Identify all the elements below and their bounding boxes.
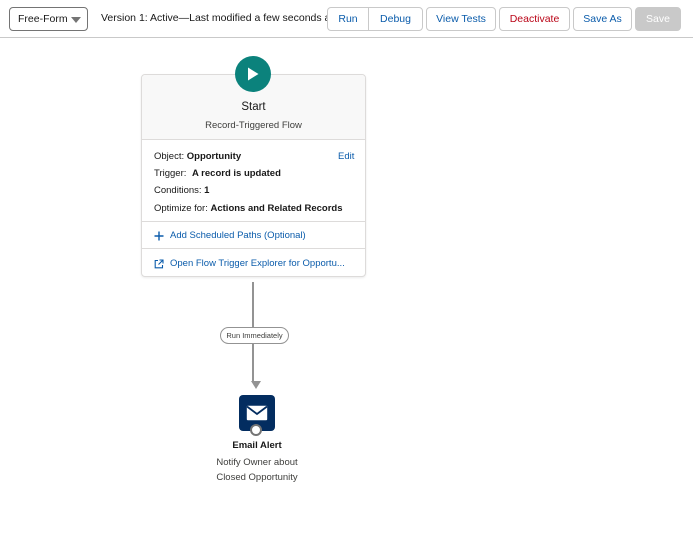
arrow-down-icon xyxy=(251,381,261,389)
trigger-value: A record is updated xyxy=(192,168,281,179)
edit-link[interactable]: Edit xyxy=(338,151,354,162)
view-tests-button[interactable]: View Tests xyxy=(426,7,496,31)
email-alert-title: Email Alert xyxy=(232,440,282,451)
canvas-mode-select[interactable]: Free-Form xyxy=(9,7,88,31)
node-connector-handle[interactable] xyxy=(250,424,262,436)
play-icon xyxy=(248,67,259,81)
card-divider xyxy=(142,248,365,249)
optimize-row: Optimize for: Actions and Related Record… xyxy=(154,203,342,214)
debug-button[interactable]: Debug xyxy=(368,7,423,31)
email-alert-description-line2: Closed Opportunity xyxy=(216,472,298,483)
optimize-value: Actions and Related Records xyxy=(210,203,343,214)
start-node-card[interactable]: Start Record-Triggered Flow Object: Oppo… xyxy=(141,74,366,277)
conditions-label: Conditions: xyxy=(154,185,202,196)
run-button[interactable]: Run xyxy=(327,7,369,31)
start-node-subtitle: Record-Triggered Flow xyxy=(205,120,302,131)
email-icon xyxy=(246,405,268,421)
conditions-value: 1 xyxy=(204,185,210,196)
save-button: Save xyxy=(635,7,681,31)
run-immediately-pill[interactable]: Run Immediately xyxy=(220,327,289,344)
email-alert-description-line1: Notify Owner about xyxy=(216,457,298,468)
add-scheduled-paths-link[interactable]: Add Scheduled Paths (Optional) xyxy=(154,230,306,241)
open-trigger-explorer-link[interactable]: Open Flow Trigger Explorer for Opportu..… xyxy=(154,258,345,269)
version-status: Version 1: Active—Last modified a few se… xyxy=(101,12,343,24)
optimize-label: Optimize for: xyxy=(154,203,208,214)
open-trigger-explorer-label: Open Flow Trigger Explorer for Opportu..… xyxy=(170,258,345,269)
connector-line xyxy=(252,344,254,382)
object-row: Object: Opportunity xyxy=(154,151,241,162)
start-node-icon[interactable] xyxy=(235,56,271,92)
object-label: Object: xyxy=(154,151,185,162)
deactivate-button[interactable]: Deactivate xyxy=(499,7,570,31)
trigger-row: Trigger: A record is updated xyxy=(154,168,281,179)
chevron-down-icon xyxy=(71,17,81,23)
external-link-icon xyxy=(154,258,164,268)
card-divider xyxy=(142,221,365,222)
email-alert-description: Notify Owner about Closed Opportunity xyxy=(157,455,357,485)
plus-icon xyxy=(154,231,164,240)
add-scheduled-paths-label: Add Scheduled Paths (Optional) xyxy=(170,230,306,241)
object-value: Opportunity xyxy=(186,151,242,162)
save-as-button[interactable]: Save As xyxy=(573,7,632,31)
canvas-mode-value: Free-Form xyxy=(18,13,68,25)
trigger-label: Trigger: xyxy=(154,168,187,179)
conditions-row: Conditions: 1 xyxy=(154,185,209,196)
start-node-title: Start xyxy=(241,101,266,113)
connector-line xyxy=(252,282,254,327)
